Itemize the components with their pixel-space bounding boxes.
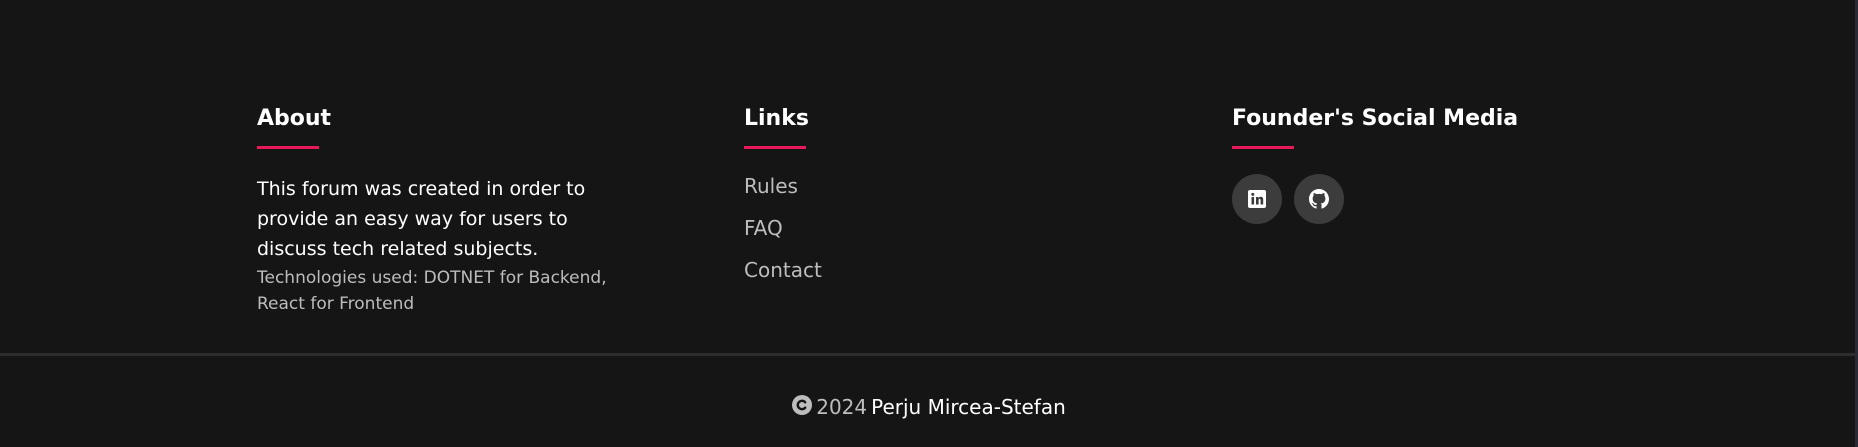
social-title-underline <box>1232 146 1294 149</box>
link-rules[interactable]: Rules <box>744 173 1044 199</box>
footer-columns: About This forum was created in order to… <box>257 104 1757 344</box>
copyright-icon <box>792 395 813 415</box>
copyright-line: 2024 Perju Mircea-Stefan <box>0 393 1858 421</box>
github-icon <box>1309 189 1329 209</box>
copyright-year: 2024 <box>816 395 868 419</box>
footer-divider <box>0 353 1855 356</box>
links-title-underline <box>744 146 806 149</box>
about-technologies: Technologies used: DOTNET for Backend, R… <box>257 268 607 314</box>
link-contact[interactable]: Contact <box>744 257 1044 283</box>
links-section: Links Rules FAQ Contact <box>744 104 1044 299</box>
copyright-author: Perju Mircea-Stefan <box>871 395 1066 419</box>
about-title-underline <box>257 146 319 149</box>
github-button[interactable] <box>1294 174 1344 224</box>
about-section: About This forum was created in order to… <box>257 104 637 317</box>
linkedin-icon <box>1248 190 1266 208</box>
about-description: This forum was created in order to provi… <box>257 178 586 260</box>
link-faq[interactable]: FAQ <box>744 215 1044 241</box>
social-title: Founder's Social Media <box>1232 106 1519 131</box>
links-list: Rules FAQ Contact <box>744 173 1044 283</box>
links-title: Links <box>744 106 809 131</box>
social-section: Founder's Social Media <box>1232 104 1632 224</box>
social-icons <box>1232 174 1632 224</box>
linkedin-button[interactable] <box>1232 174 1282 224</box>
footer-page: About This forum was created in order to… <box>0 0 1858 447</box>
about-title: About <box>257 106 332 131</box>
